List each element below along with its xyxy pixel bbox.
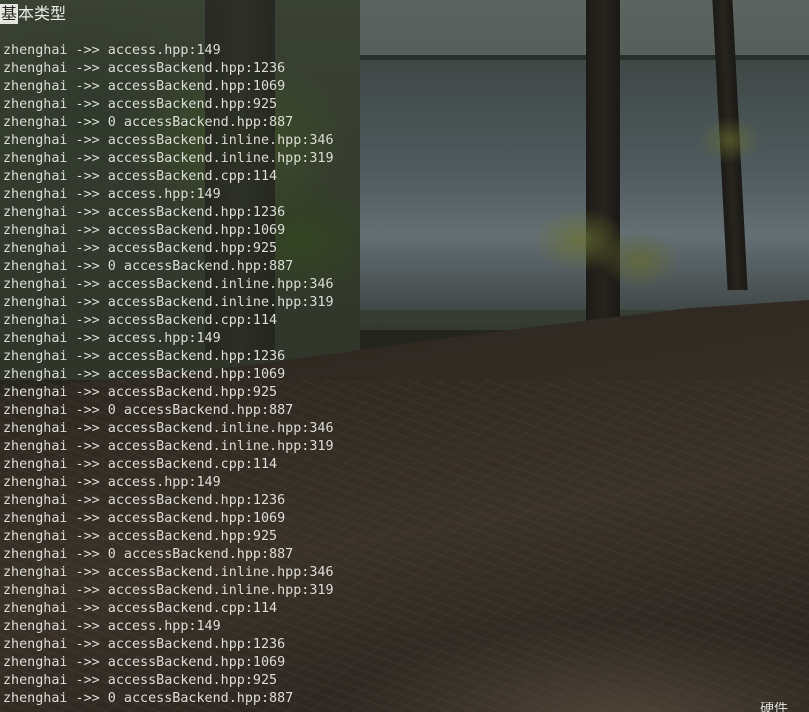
- terminal-output-line: zhenghai ->> accessBackend.hpp:925: [3, 529, 278, 544]
- terminal-output-line: zhenghai ->> access.hpp:149: [3, 331, 221, 346]
- terminal-output-line: zhenghai ->> 0 accessBackend.hpp:887: [3, 115, 294, 130]
- terminal-output-line: zhenghai ->> 0 accessBackend.hpp:887: [3, 691, 294, 706]
- terminal-output-line: zhenghai ->> access.hpp:149: [3, 43, 221, 58]
- terminal-output-line: zhenghai ->> accessBackend.inline.hpp:34…: [3, 565, 334, 580]
- terminal-output-line: zhenghai ->> accessBackend.inline.hpp:31…: [3, 439, 334, 454]
- terminal-output-line: zhenghai ->> accessBackend.inline.hpp:34…: [3, 421, 334, 436]
- terminal-output-line: zhenghai ->> accessBackend.hpp:1069: [3, 79, 286, 94]
- terminal-cursor: 基: [0, 4, 19, 24]
- terminal-output-line: zhenghai ->> accessBackend.hpp:925: [3, 241, 278, 256]
- terminal-output-line: zhenghai ->> accessBackend.hpp:1236: [3, 61, 286, 76]
- terminal-output-line: zhenghai ->> access.hpp:149: [3, 187, 221, 202]
- terminal-output-line: zhenghai ->> accessBackend.cpp:114: [3, 169, 278, 184]
- terminal-output-line: zhenghai ->> accessBackend.hpp:1236: [3, 349, 286, 364]
- terminal-output-line: zhenghai ->> accessBackend.inline.hpp:31…: [3, 583, 334, 598]
- terminal-output-line: zhenghai ->> accessBackend.hpp:1236: [3, 637, 286, 652]
- terminal-output-line: zhenghai ->> access.hpp:149: [3, 475, 221, 490]
- terminal-output-line: zhenghai ->> access.hpp:149: [3, 619, 221, 634]
- terminal-output: zhenghai ->> access.hpp:149 zhenghai ->> …: [3, 42, 334, 708]
- terminal-output-line: zhenghai ->> accessBackend.hpp:1069: [3, 223, 286, 238]
- terminal-input-line[interactable]: 基本类型: [0, 2, 66, 26]
- terminal-output-line: zhenghai ->> accessBackend.inline.hpp:34…: [3, 133, 334, 148]
- terminal-output-line: zhenghai ->> accessBackend.hpp:925: [3, 385, 278, 400]
- terminal-output-line: zhenghai ->> accessBackend.hpp:1236: [3, 205, 286, 220]
- terminal-output-line: zhenghai ->> 0 accessBackend.hpp:887: [3, 259, 294, 274]
- terminal-output-line: zhenghai ->> accessBackend.hpp:925: [3, 673, 278, 688]
- terminal-output-line: zhenghai ->> accessBackend.hpp:925: [3, 97, 278, 112]
- terminal-output-line: zhenghai ->> accessBackend.hpp:1236: [3, 493, 286, 508]
- terminal-output-line: zhenghai ->> accessBackend.cpp:114: [3, 457, 278, 472]
- terminal-output-line: zhenghai ->> accessBackend.cpp:114: [3, 601, 278, 616]
- terminal-output-line: zhenghai ->> accessBackend.inline.hpp:34…: [3, 277, 334, 292]
- terminal-output-line: zhenghai ->> accessBackend.inline.hpp:31…: [3, 295, 334, 310]
- terminal-window[interactable]: 基本类型 zhenghai ->> access.hpp:149 zhenghai…: [0, 0, 809, 712]
- terminal-output-line: zhenghai ->> accessBackend.cpp:114: [3, 313, 278, 328]
- terminal-output-line: zhenghai ->> 0 accessBackend.hpp:887: [3, 403, 294, 418]
- terminal-output-line: zhenghai ->> accessBackend.hpp:1069: [3, 655, 286, 670]
- terminal-output-line: zhenghai ->> accessBackend.hpp:1069: [3, 367, 286, 382]
- corner-text: 硬件: [760, 702, 788, 712]
- terminal-output-line: zhenghai ->> accessBackend.hpp:1069: [3, 511, 286, 526]
- terminal-input-text: 本类型: [18, 4, 67, 23]
- terminal-output-line: zhenghai ->> accessBackend.inline.hpp:31…: [3, 151, 334, 166]
- terminal-output-line: zhenghai ->> 0 accessBackend.hpp:887: [3, 547, 294, 562]
